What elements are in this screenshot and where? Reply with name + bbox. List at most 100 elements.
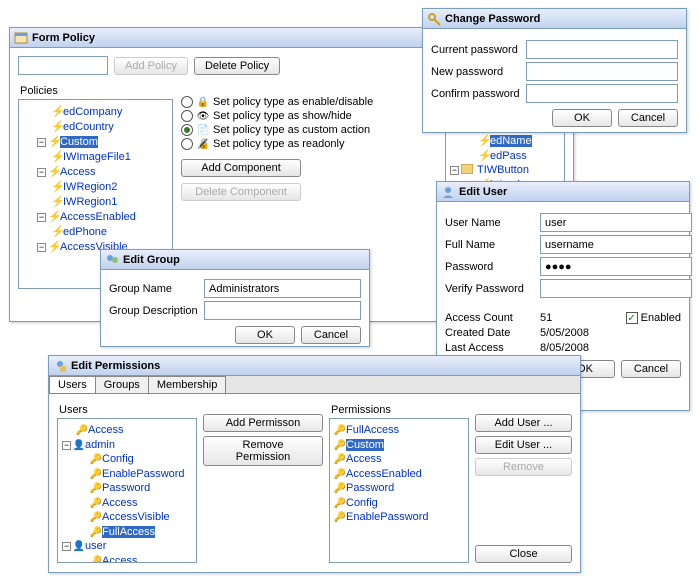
tree-item[interactable]: AccessEnabled <box>346 468 422 480</box>
radio-enable-disable[interactable]: 🔒Set policy type as enable/disable <box>181 95 437 109</box>
tree-item[interactable]: Access <box>60 166 95 178</box>
verify-password-input[interactable] <box>540 279 692 298</box>
tab-membership[interactable]: Membership <box>148 376 227 393</box>
add-component-button[interactable]: Add Component <box>181 159 301 177</box>
group-desc-input[interactable] <box>204 301 361 320</box>
tree-item[interactable]: edCountry <box>63 121 114 133</box>
tree-item[interactable]: EnablePassword <box>102 468 185 480</box>
change-password-ok-button[interactable]: OK <box>552 109 612 127</box>
user-icon: 👤 <box>73 439 85 451</box>
tree-item[interactable]: edPass <box>490 150 527 162</box>
add-policy-button[interactable]: Add Policy <box>114 57 188 75</box>
bolt-icon: ⚡ <box>51 195 63 208</box>
edit-group-cancel-button[interactable]: Cancel <box>301 326 361 344</box>
readonly-icon: 🔏 <box>197 138 209 150</box>
tree-item[interactable]: IWRegion1 <box>63 196 117 208</box>
bolt-icon: ⚡ <box>48 210 60 223</box>
tree-item-selected[interactable]: edName <box>490 135 532 147</box>
edit-group-ok-button[interactable]: OK <box>235 326 295 344</box>
collapse-icon[interactable]: − <box>37 213 46 222</box>
collapse-icon[interactable]: − <box>37 168 46 177</box>
edit-group-titlebar: Edit Group <box>101 250 369 270</box>
key-icon: 🔑 <box>90 483 102 495</box>
tree-item[interactable]: AccessVisible <box>102 511 170 523</box>
tree-item[interactable]: user <box>85 540 106 552</box>
tab-users[interactable]: Users <box>49 376 96 393</box>
collapse-icon[interactable]: − <box>62 542 71 551</box>
access-count-label: Access Count <box>445 312 540 324</box>
tree-item-selected[interactable]: Custom <box>60 136 98 148</box>
policy-name-input[interactable] <box>18 56 108 75</box>
tree-item[interactable]: edCompany <box>63 106 122 118</box>
bolt-icon: ⚡ <box>51 180 63 193</box>
new-password-label: New password <box>431 66 526 78</box>
collapse-icon[interactable]: − <box>37 138 46 147</box>
group-name-input[interactable] <box>204 279 361 298</box>
tree-item-selected[interactable]: FullAccess <box>102 526 155 538</box>
collapse-icon[interactable]: − <box>62 441 71 450</box>
key-icon: 🔑 <box>76 425 88 437</box>
tree-item[interactable]: Password <box>102 482 150 494</box>
remove-user-button[interactable]: Remove <box>475 458 572 476</box>
tree-item[interactable]: edPhone <box>63 226 107 238</box>
current-password-input[interactable] <box>526 40 678 59</box>
change-password-title: Change Password <box>445 13 540 25</box>
group-icon <box>105 253 119 267</box>
add-permission-button[interactable]: Add Permisson <box>203 414 323 432</box>
bolt-icon: ⚡ <box>51 120 63 133</box>
bolt-icon: ⚡ <box>48 135 60 148</box>
tree-item[interactable]: Config <box>346 497 378 509</box>
tree-item[interactable]: EnablePassword <box>346 511 429 523</box>
tree-item[interactable]: AccessEnabled <box>60 211 136 223</box>
tree-item[interactable]: Access <box>346 453 381 465</box>
change-password-cancel-button[interactable]: Cancel <box>618 109 678 127</box>
key-icon: 🔑 <box>334 497 346 509</box>
policies-label: Policies <box>20 85 173 97</box>
radio-show-hide[interactable]: 👁Set policy type as show/hide <box>181 109 437 123</box>
password-input[interactable] <box>540 257 692 276</box>
bolt-icon: ⚡ <box>48 165 60 178</box>
edit-user-button[interactable]: Edit User ... <box>475 436 572 454</box>
permissions-tree[interactable]: 🔑FullAccess 🔑Custom 🔑Access 🔑AccessEnabl… <box>330 419 468 562</box>
confirm-password-input[interactable] <box>526 84 678 103</box>
radio-readonly[interactable]: 🔏Set policy type as readonly <box>181 137 437 151</box>
key-icon: 🔑 <box>90 454 102 466</box>
tab-groups[interactable]: Groups <box>95 376 149 393</box>
change-password-titlebar: Change Password <box>423 9 686 29</box>
eye-icon: 👁 <box>197 110 209 122</box>
key-icon: 🔑 <box>90 555 102 562</box>
edit-user-titlebar: Edit User <box>437 182 689 202</box>
container-icon <box>461 164 475 176</box>
tree-item[interactable]: IWImageFile1 <box>63 151 131 163</box>
add-user-button[interactable]: Add User ... <box>475 414 572 432</box>
delete-component-button[interactable]: Delete Component <box>181 183 301 201</box>
tree-item[interactable]: Access <box>102 497 137 509</box>
users-section-label: Users <box>59 404 197 416</box>
close-button[interactable]: Close <box>475 545 572 563</box>
users-tree[interactable]: 🔑Access −👤admin 🔑Config 🔑EnablePassword … <box>58 419 196 562</box>
enabled-checkbox[interactable]: ✓ <box>626 312 638 324</box>
gear-icon: 📄 <box>197 124 209 136</box>
edit-group-title: Edit Group <box>123 254 180 266</box>
tree-item[interactable]: IWRegion2 <box>63 181 117 193</box>
edit-user-cancel-button[interactable]: Cancel <box>621 360 681 378</box>
tree-item[interactable]: Password <box>346 482 394 494</box>
tree-item[interactable]: admin <box>85 439 115 451</box>
tree-item[interactable]: FullAccess <box>346 424 399 436</box>
delete-policy-button[interactable]: Delete Policy <box>194 57 280 75</box>
tree-item[interactable]: Access <box>88 424 123 436</box>
collapse-icon[interactable]: − <box>450 166 459 175</box>
collapse-icon[interactable]: − <box>37 243 46 252</box>
new-password-input[interactable] <box>526 62 678 81</box>
radio-custom-action[interactable]: 📄Set policy type as custom action <box>181 123 437 137</box>
key-icon <box>427 12 441 26</box>
tree-item[interactable]: Config <box>102 453 134 465</box>
username-input[interactable] <box>540 213 692 232</box>
tree-item-selected[interactable]: Custom <box>346 439 384 451</box>
tree-item[interactable]: Access <box>102 555 137 563</box>
fullname-input[interactable] <box>540 235 692 254</box>
remove-permission-button[interactable]: Remove Permission <box>203 436 323 466</box>
edit-permissions-window: Edit Permissions Users Groups Membership… <box>48 355 581 573</box>
bolt-icon: ⚡ <box>51 150 63 163</box>
tree-item[interactable]: TIWButton <box>477 164 529 176</box>
